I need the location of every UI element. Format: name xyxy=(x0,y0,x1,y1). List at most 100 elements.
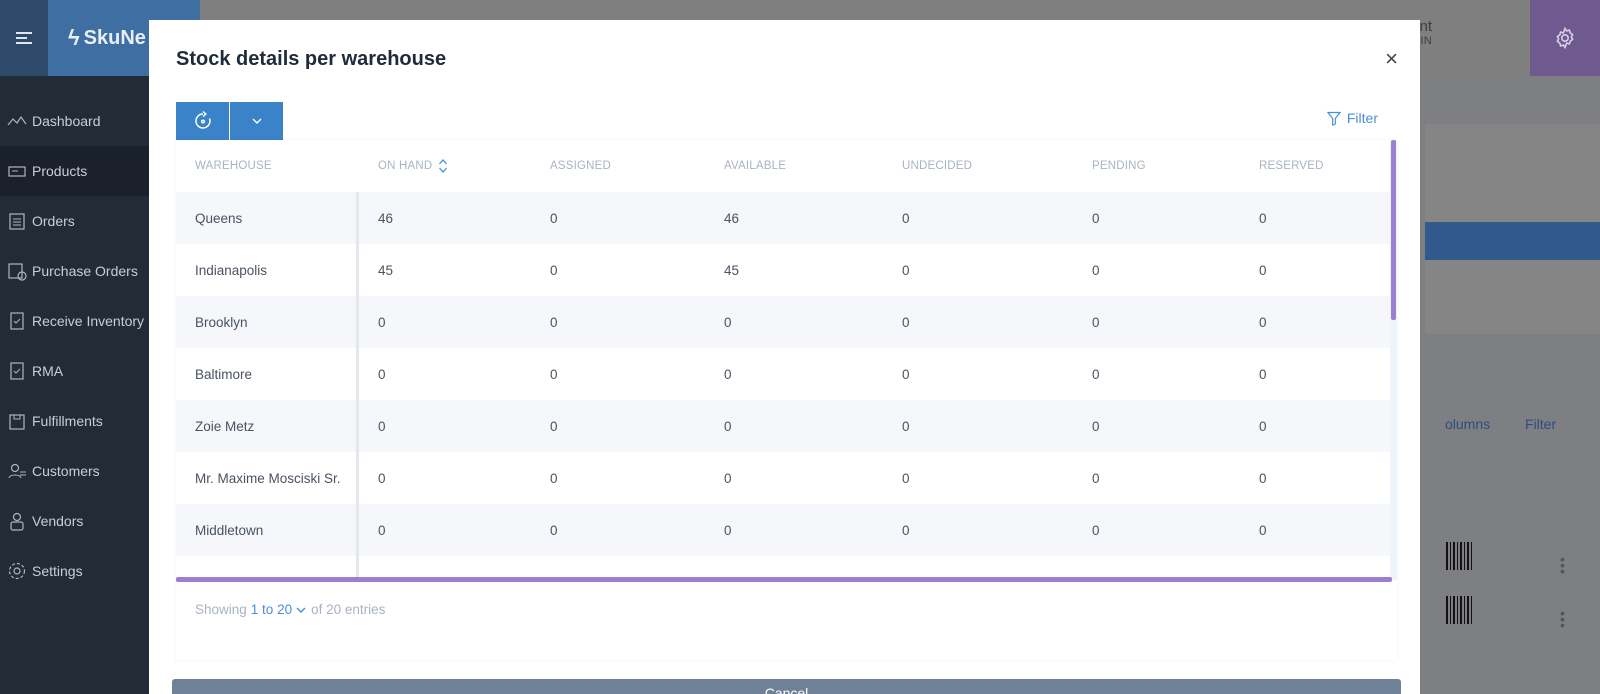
table-row[interactable]: Zoie Metz 0 0 0 0 0 0 xyxy=(176,400,1397,452)
table-cell: 0 xyxy=(550,210,558,226)
table-row[interactable]: Baltimore 0 0 0 0 0 0 xyxy=(176,348,1397,400)
stock-table: WAREHOUSE ON HAND ASSIGNED AVAILABLE UNDECID… xyxy=(176,140,1397,580)
warehouse-name-cell: Middletown xyxy=(176,504,359,556)
refresh-options-dropdown[interactable] xyxy=(230,102,283,140)
barcode-icon xyxy=(1446,596,1474,624)
table-cell: 0 xyxy=(902,314,910,330)
table-cell: 0 xyxy=(378,522,386,538)
column-header-label: ON HAND xyxy=(378,160,433,172)
purchase-orders-icon xyxy=(8,263,27,281)
page-size-select[interactable]: 1 to 20 xyxy=(251,602,307,617)
chevron-down-icon xyxy=(252,118,261,124)
table-cell: 0 xyxy=(1092,314,1100,330)
warehouse-name-cell: Mr. Maxime Mosciski Sr. xyxy=(176,452,359,504)
table-cell: 45 xyxy=(378,262,394,278)
table-cell: 0 xyxy=(1259,522,1267,538)
row-menu-icon: • • • xyxy=(1560,605,1565,633)
sidebar-item-products[interactable]: Products xyxy=(0,146,150,196)
column-header-label: UNDECIDED xyxy=(902,160,973,172)
table-cell: 0 xyxy=(550,522,558,538)
products-icon xyxy=(8,166,26,177)
orders-icon xyxy=(9,213,25,230)
sidebar-item-settings[interactable]: Settings xyxy=(0,546,150,596)
refresh-icon xyxy=(194,110,211,129)
sidebar: Dashboard Products Orders Purchase Orders Re… xyxy=(0,76,150,694)
table-row[interactable]: Indianapolis 45 0 45 0 0 0 xyxy=(176,244,1397,296)
logo-bolt-icon: ϟ xyxy=(68,25,80,50)
page-range: 1 to 20 xyxy=(250,602,293,617)
gear-icon xyxy=(1556,26,1574,50)
warehouse-name-cell: Zoie Metz xyxy=(176,400,359,452)
dashboard-icon xyxy=(7,115,27,126)
table-row[interactable]: Mr. Maxime Mosciski Sr. 0 0 0 0 0 0 xyxy=(176,452,1397,504)
sidebar-item-fulfillments[interactable]: Fulfillments xyxy=(0,396,150,446)
hamburger-menu-button[interactable] xyxy=(0,0,48,76)
table-cell: 0 xyxy=(550,262,558,278)
settings-icon xyxy=(8,562,26,580)
warehouse-name-cell: Indianapolis xyxy=(176,244,359,296)
horizontal-scrollbar[interactable] xyxy=(176,577,1392,582)
table-cell: 0 xyxy=(378,314,386,330)
background-columns-link: olumns xyxy=(1445,416,1491,432)
sidebar-item-label: Fulfillments xyxy=(32,413,103,429)
column-header-pending[interactable]: PENDING xyxy=(1073,160,1240,172)
table-cell: 0 xyxy=(378,470,386,486)
table-cell: 0 xyxy=(1092,262,1100,278)
table-cell: 0 xyxy=(1259,210,1267,226)
column-header-label: ASSIGNED xyxy=(550,160,612,172)
column-header-label: PENDING xyxy=(1092,160,1146,172)
sidebar-item-customers[interactable]: Customers xyxy=(0,446,150,496)
pagination-info: Showing 1 to 20 of 20 entries xyxy=(195,602,385,617)
table-cell: 0 xyxy=(1092,470,1100,486)
column-header-reserved[interactable]: RESERVED xyxy=(1240,160,1397,172)
row-menu-icon: • • • xyxy=(1560,551,1565,579)
sidebar-item-purchase-orders[interactable]: Purchase Orders xyxy=(0,246,150,296)
column-header-label: WAREHOUSE xyxy=(195,160,272,172)
table-cell: 0 xyxy=(550,418,558,434)
background-header-strip xyxy=(1425,222,1600,260)
table-cell: 0 xyxy=(550,366,558,382)
vertical-scrollbar[interactable] xyxy=(1391,140,1396,320)
column-header-available[interactable]: AVAILABLE xyxy=(705,160,883,172)
column-header-undecided[interactable]: UNDECIDED xyxy=(883,160,1073,172)
barcode-icon xyxy=(1446,542,1474,570)
fulfillments-icon xyxy=(9,414,25,430)
sidebar-item-label: Dashboard xyxy=(32,113,101,129)
filter-icon xyxy=(1326,111,1341,126)
table-body: Queens 46 0 46 0 0 0 Indianapolis 45 0 45 0 0 0 Brookl… xyxy=(176,192,1397,580)
close-button[interactable]: × xyxy=(1385,46,1398,72)
background-filter-link: Filter xyxy=(1525,416,1557,432)
warehouse-name-cell: Baltimore xyxy=(176,348,359,400)
table-cell: 0 xyxy=(1092,522,1100,538)
table-cell: 0 xyxy=(724,470,732,486)
sidebar-item-orders[interactable]: Orders xyxy=(0,196,150,246)
refresh-button[interactable] xyxy=(176,102,229,140)
sidebar-item-rma[interactable]: RMA xyxy=(0,346,150,396)
table-cell: 0 xyxy=(902,418,910,434)
table-cell: 46 xyxy=(378,210,394,226)
table-cell: 0 xyxy=(1259,314,1267,330)
table-cell: 0 xyxy=(1259,470,1267,486)
cancel-button[interactable]: Cancel xyxy=(172,679,1401,694)
customers-icon xyxy=(8,463,26,479)
showing-label: Showing xyxy=(195,602,247,617)
settings-gear-button[interactable] xyxy=(1530,0,1600,76)
filter-button[interactable]: Filter xyxy=(1326,110,1378,126)
table-cell: 0 xyxy=(1092,210,1100,226)
table-cell: 0 xyxy=(724,314,732,330)
sidebar-item-label: RMA xyxy=(32,363,64,379)
column-header-warehouse[interactable]: WAREHOUSE xyxy=(176,160,359,172)
sidebar-item-dashboard[interactable]: Dashboard xyxy=(0,96,150,146)
table-row[interactable]: Middletown 0 0 0 0 0 0 xyxy=(176,504,1397,556)
table-row[interactable]: Queens 46 0 46 0 0 0 xyxy=(176,192,1397,244)
table-cell: 0 xyxy=(724,418,732,434)
sidebar-item-vendors[interactable]: Vendors xyxy=(0,496,150,546)
table-row[interactable]: Brooklyn 0 0 0 0 0 0 xyxy=(176,296,1397,348)
sort-icon[interactable] xyxy=(438,158,448,174)
sidebar-item-receive-inventory[interactable]: Receive Inventory xyxy=(0,296,150,346)
column-header-on-hand[interactable]: ON HAND xyxy=(359,158,531,174)
vendors-icon xyxy=(10,512,24,531)
table-cell: 0 xyxy=(902,210,910,226)
column-header-assigned[interactable]: ASSIGNED xyxy=(531,160,705,172)
warehouse-name-cell: Queens xyxy=(176,192,359,244)
